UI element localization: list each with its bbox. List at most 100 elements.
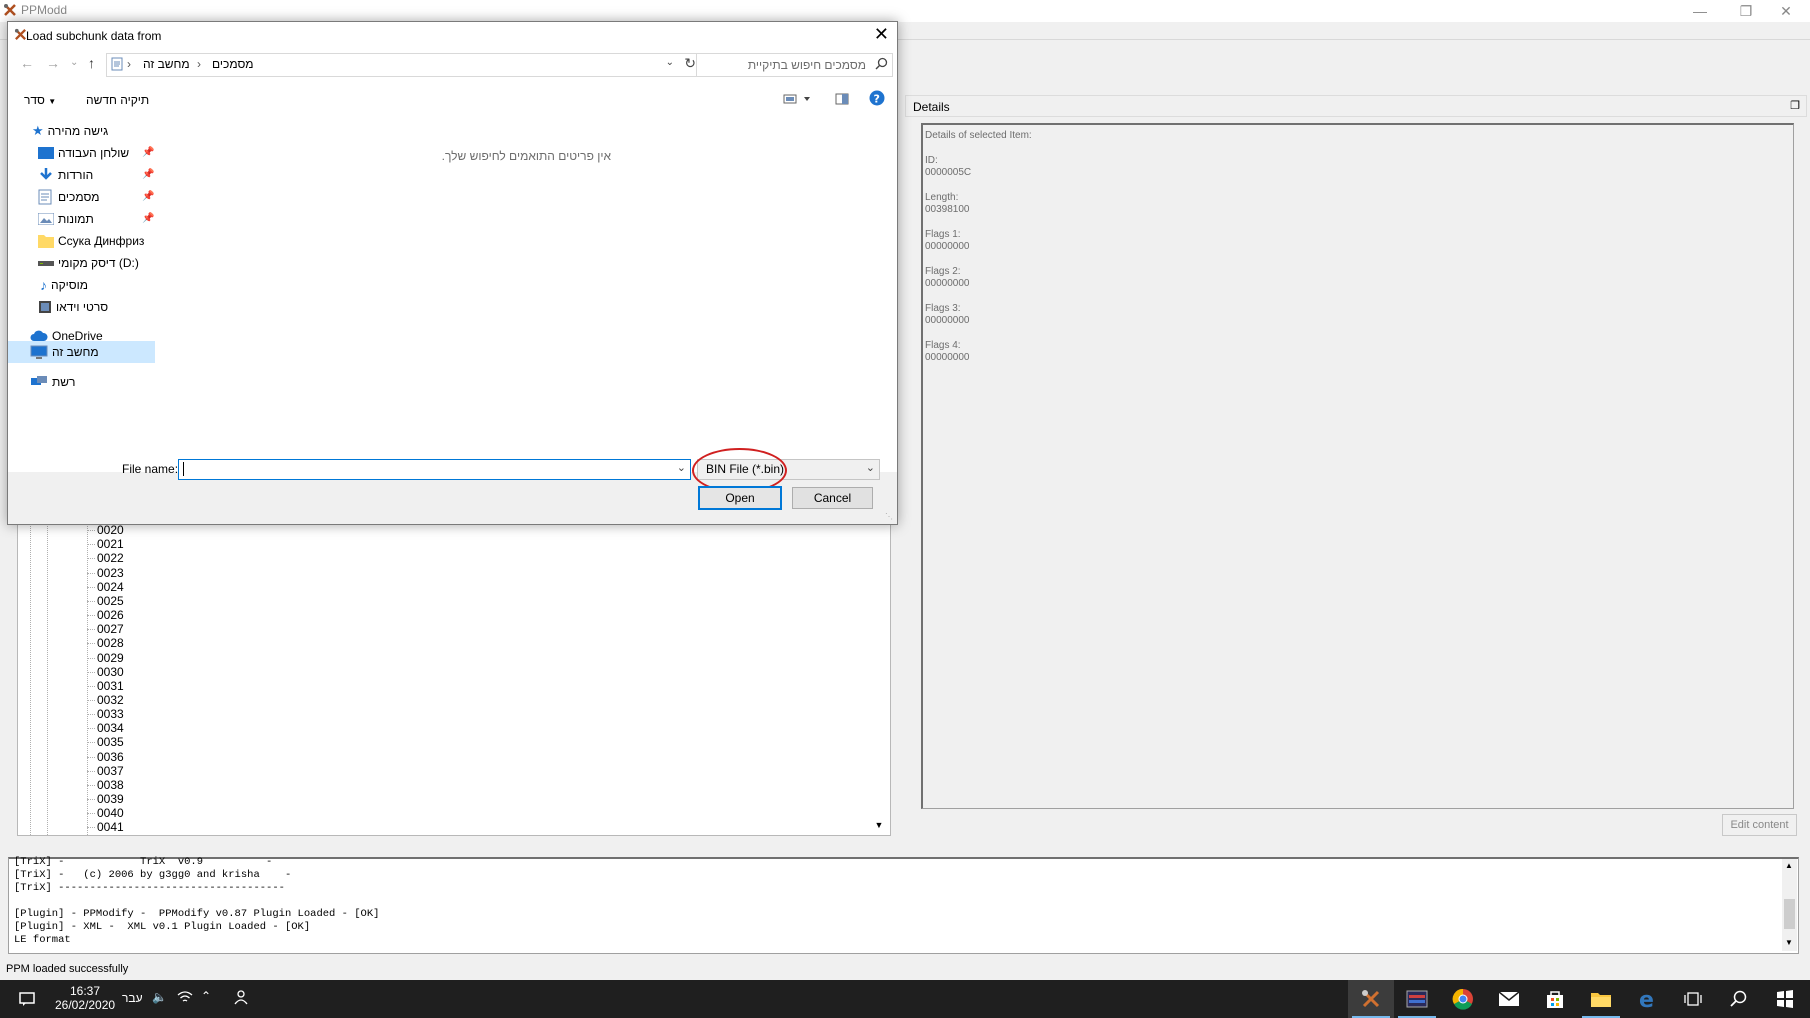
- tree-item[interactable]: 0030: [87, 665, 124, 679]
- tree-item[interactable]: 0023: [87, 566, 124, 580]
- tree-item[interactable]: 0038: [87, 778, 124, 792]
- nav-documents[interactable]: מסמכים 📌: [8, 186, 156, 208]
- mail-icon[interactable]: [1486, 980, 1532, 1018]
- navigation-bar: ← → ⌄ ↑ › מחשב זה › מסמכים ⌄ ↻ מסמכים חי…: [8, 48, 897, 80]
- dialog-toolbar: סדר ▼ תיקיה חדשה ?: [8, 84, 897, 118]
- forward-arrow-icon[interactable]: →: [46, 55, 60, 71]
- desktop-icon: [38, 147, 54, 159]
- edit-content-button[interactable]: Edit content: [1722, 814, 1797, 836]
- breadcrumb-this-pc[interactable]: מחשב זה: [143, 57, 190, 71]
- clock-date[interactable]: 26/02/2020: [55, 998, 115, 1012]
- breadcrumb-documents[interactable]: מסמכים: [212, 57, 254, 71]
- nav-this-pc[interactable]: מחשב זה: [8, 341, 156, 363]
- tree-item[interactable]: 0037: [87, 764, 124, 778]
- nav-folder[interactable]: Ссука Динфриз: [8, 230, 156, 252]
- log-line: [TriX] - (c) 2006 by g3gg0 and krisha -: [14, 869, 292, 881]
- edge-icon[interactable]: e: [1624, 980, 1670, 1018]
- tree-item[interactable]: 0032: [87, 693, 124, 707]
- help-icon[interactable]: ?: [869, 90, 885, 106]
- breadcrumb-separator: ›: [197, 57, 201, 71]
- nav-desktop[interactable]: שולחן העבודה 📌: [8, 142, 156, 164]
- tree-item[interactable]: 0026: [87, 608, 124, 622]
- tree-item[interactable]: 0022: [87, 551, 124, 565]
- language-indicator[interactable]: עבר: [122, 991, 143, 1005]
- notifications-icon[interactable]: [4, 980, 50, 1018]
- refresh-icon[interactable]: ↻: [684, 55, 696, 72]
- scroll-down-icon[interactable]: ▼: [1785, 938, 1793, 947]
- drive-icon: [38, 258, 54, 268]
- scroll-up-icon[interactable]: ▲: [1785, 861, 1793, 870]
- volume-icon[interactable]: 🔈: [152, 990, 167, 1004]
- address-bar[interactable]: › מחשב זה › מסמכים ⌄ ↻: [106, 53, 701, 77]
- view-options-icon[interactable]: [783, 93, 811, 105]
- clock-time[interactable]: 16:37: [55, 984, 115, 998]
- log-scrollbar[interactable]: ▲ ▼: [1782, 859, 1797, 951]
- tree-item[interactable]: 0033: [87, 707, 124, 721]
- minimize-button[interactable]: —: [1677, 0, 1723, 22]
- new-folder-button[interactable]: תיקיה חדשה: [86, 93, 149, 107]
- nav-network[interactable]: רשת: [8, 371, 156, 393]
- wifi-icon[interactable]: [177, 990, 193, 1004]
- pin-icon: 📌: [142, 213, 155, 224]
- dialog-close-button[interactable]: ✕: [874, 24, 889, 45]
- scroll-down-button[interactable]: ▼: [872, 818, 886, 832]
- tree-guide: [30, 513, 32, 835]
- nav-quick-access[interactable]: ★ גישה מהירה: [8, 120, 156, 142]
- nav-videos[interactable]: סרטי וידאו: [8, 296, 156, 318]
- ppmodd-taskbar-icon[interactable]: [1348, 980, 1394, 1018]
- back-arrow-icon[interactable]: ←: [20, 55, 34, 71]
- chevron-up-icon[interactable]: ⌃: [201, 989, 211, 1003]
- nav-local-disk[interactable]: דיסק מקומי (D:): [8, 252, 156, 274]
- cancel-button[interactable]: Cancel: [792, 487, 873, 509]
- store-icon[interactable]: [1532, 980, 1578, 1018]
- chevron-down-icon[interactable]: ⌄: [677, 461, 686, 474]
- file-name-input[interactable]: ⌄: [178, 459, 691, 480]
- people-icon[interactable]: [233, 989, 249, 1005]
- tree-item[interactable]: 0028: [87, 636, 124, 650]
- search-input[interactable]: מסמכים חיפוש בתיקיית: [696, 53, 893, 77]
- tree-item[interactable]: 0034: [87, 721, 124, 735]
- search-placeholder: מסמכים חיפוש בתיקיית: [747, 58, 866, 72]
- restore-icon[interactable]: ❐: [1790, 99, 1800, 112]
- nav-label: מוסיקה: [51, 278, 89, 292]
- tree-item[interactable]: 0031: [87, 679, 124, 693]
- tree-item[interactable]: 0020: [87, 523, 124, 537]
- tree-item[interactable]: 0040: [87, 806, 124, 820]
- up-arrow-icon[interactable]: ↑: [88, 55, 95, 71]
- tree-item[interactable]: 0021: [87, 537, 124, 551]
- recent-locations-icon[interactable]: ⌄: [70, 57, 78, 68]
- file-list[interactable]: [160, 120, 896, 472]
- chrome-icon[interactable]: [1440, 980, 1486, 1018]
- tree-item[interactable]: 0041: [87, 820, 124, 834]
- search-icon[interactable]: [875, 57, 888, 70]
- open-button[interactable]: Open: [698, 486, 782, 510]
- nav-music[interactable]: ♪ מוסיקה: [8, 274, 156, 296]
- nav-label: רשת: [52, 375, 76, 389]
- tree-item[interactable]: 0025: [87, 594, 124, 608]
- tree-item[interactable]: 0036: [87, 750, 124, 764]
- nav-label: מסמכים: [58, 190, 100, 204]
- tree-item[interactable]: 0027: [87, 622, 124, 636]
- detail-value: 00398100: [925, 204, 970, 215]
- start-icon[interactable]: [1762, 980, 1808, 1018]
- task-view-icon[interactable]: [1670, 980, 1716, 1018]
- organize-button[interactable]: סדר ▼: [24, 93, 56, 107]
- scroll-thumb[interactable]: [1784, 899, 1795, 929]
- nav-pictures[interactable]: תמונות 📌: [8, 208, 156, 230]
- tree-item[interactable]: 0029: [87, 651, 124, 665]
- open-file-dialog: Load subchunk data from ✕ ← → ⌄ ↑ › מחשב…: [7, 21, 898, 525]
- search-icon[interactable]: [1716, 980, 1762, 1018]
- nav-label: Ссука Динфриз: [58, 234, 145, 248]
- address-dropdown-icon[interactable]: ⌄: [666, 57, 674, 68]
- preview-pane-icon[interactable]: [835, 93, 849, 105]
- tree-item[interactable]: 0039: [87, 792, 124, 806]
- nav-downloads[interactable]: הורדות 📌: [8, 164, 156, 186]
- tree-item[interactable]: 0035: [87, 735, 124, 749]
- close-button[interactable]: ✕: [1763, 0, 1809, 22]
- nav-label: מחשב זה: [52, 345, 99, 359]
- tree-item[interactable]: 0024: [87, 580, 124, 594]
- chunk-tree[interactable]: [17, 513, 891, 836]
- media-player-icon[interactable]: [1394, 980, 1440, 1018]
- resize-grip-icon[interactable]: ⋱: [885, 512, 893, 521]
- file-explorer-icon[interactable]: [1578, 980, 1624, 1018]
